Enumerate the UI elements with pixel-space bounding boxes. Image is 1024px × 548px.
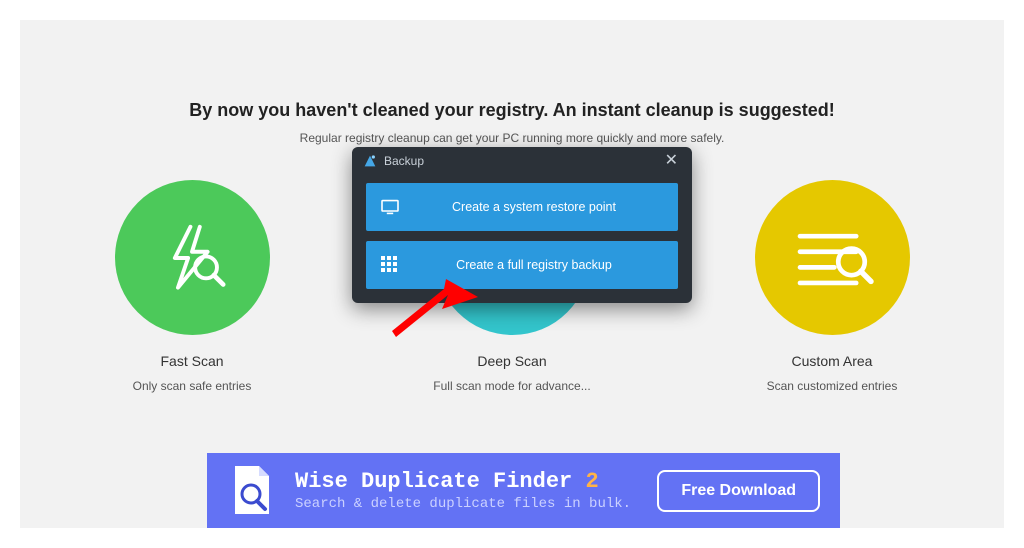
monitor-icon [380,199,400,215]
create-registry-backup-button[interactable]: Create a full registry backup [366,241,678,289]
option-desc: Scan customized entries [732,379,932,393]
option-title: Custom Area [732,353,932,369]
subhead: Regular registry cleanup can get your PC… [20,131,1004,145]
banner-title-version: 2 [585,469,598,494]
registry-grid-icon [381,256,399,274]
option-title: Deep Scan [412,353,612,369]
lightning-search-icon [153,219,231,297]
banner-title-main: Wise Duplicate Finder [295,469,585,494]
create-restore-point-button[interactable]: Create a system restore point [366,183,678,231]
modal-header: Backup ✕ [352,147,692,173]
scan-option-custom[interactable]: Custom Area Scan customized entries [732,180,932,393]
headline: By now you haven't cleaned your registry… [20,20,1004,121]
option-title: Fast Scan [92,353,292,369]
option-desc: Only scan safe entries [92,379,292,393]
custom-area-circle [755,180,910,335]
promo-banner: Wise Duplicate Finder 2 Search & delete … [207,453,840,528]
list-search-icon [787,219,877,297]
banner-text: Wise Duplicate Finder 2 Search & delete … [295,469,657,512]
app-canvas: By now you haven't cleaned your registry… [20,20,1004,528]
backup-modal: Backup ✕ Create a system restore point [352,147,692,303]
scan-option-fast[interactable]: Fast Scan Only scan safe entries [92,180,292,393]
banner-subtitle: Search & delete duplicate files in bulk. [295,496,657,512]
close-icon[interactable]: ✕ [661,153,682,169]
app-logo-icon [362,153,378,169]
free-download-button[interactable]: Free Download [657,470,820,512]
modal-title: Backup [384,154,424,168]
option-desc: Full scan mode for advance... [412,379,612,393]
button-label: Free Download [681,482,796,499]
fast-scan-circle [115,180,270,335]
banner-file-search-icon [227,463,277,518]
button-label: Create a full registry backup [414,258,678,272]
button-label: Create a system restore point [414,200,678,214]
banner-title: Wise Duplicate Finder 2 [295,469,657,494]
